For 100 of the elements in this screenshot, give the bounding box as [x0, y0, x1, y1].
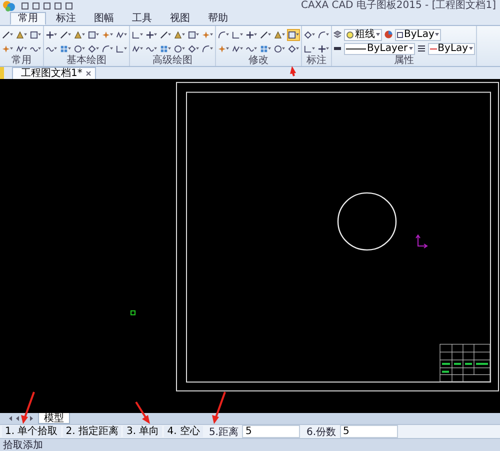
- zigzag-icon: [16, 44, 24, 52]
- logo-icon: [2, 0, 16, 12]
- circle-icon: [274, 44, 282, 52]
- caret-icon: [182, 47, 185, 50]
- input-field[interactable]: 5: [242, 425, 300, 438]
- caret-icon: [96, 33, 99, 36]
- ribbon-tab[interactable]: 标注: [48, 12, 84, 25]
- drawing-canvas[interactable]: [0, 79, 500, 413]
- caret-icon: [24, 33, 27, 36]
- tool-button[interactable]: [15, 28, 28, 40]
- tool-button[interactable]: [287, 28, 300, 40]
- tool-button[interactable]: [317, 28, 330, 40]
- tool-button[interactable]: [187, 42, 200, 54]
- option-dropdown[interactable]: 4. 空心: [164, 426, 203, 437]
- option-dropdown[interactable]: 1. 单个拾取: [2, 426, 61, 437]
- line-type-dropdown[interactable]: ByLayer: [344, 42, 415, 54]
- line-color-dropdown[interactable]: ByLay: [428, 42, 476, 54]
- triangle-icon: [74, 30, 82, 38]
- tool-button[interactable]: [287, 42, 300, 54]
- quick-access-icon[interactable]: [42, 1, 52, 11]
- ribbon-tab[interactable]: 视图: [162, 12, 198, 25]
- quick-access-icon[interactable]: [20, 1, 30, 11]
- wave-icon: [146, 44, 154, 52]
- status-text: 拾取添加: [3, 440, 43, 451]
- square-icon: [288, 30, 296, 38]
- line-icon: [260, 30, 268, 38]
- ribbon-tab[interactable]: 常用: [10, 12, 46, 25]
- layout-tab[interactable]: 模型: [38, 413, 70, 424]
- caret-icon: [168, 33, 171, 36]
- square-icon: [88, 30, 96, 38]
- caret-icon: [240, 47, 243, 50]
- caret-icon: [182, 33, 185, 36]
- tool-button[interactable]: [317, 42, 330, 54]
- ribbon-tab[interactable]: 帮助: [200, 12, 236, 25]
- line-icon: [60, 30, 68, 38]
- tool-button[interactable]: [87, 42, 100, 54]
- tool-button[interactable]: [87, 28, 100, 40]
- zigzag-icon: [232, 44, 240, 52]
- caret-icon: [312, 47, 315, 50]
- tool-button[interactable]: [1, 28, 14, 40]
- caret-icon: [282, 47, 285, 50]
- ribbon-tab[interactable]: 工具: [124, 12, 160, 25]
- swatch-icon: [397, 32, 403, 38]
- quick-access-icon[interactable]: [53, 1, 63, 11]
- group-label: 常用: [12, 55, 32, 66]
- circle-icon: [74, 44, 82, 52]
- caret-icon: [110, 33, 113, 36]
- ribbon-tab[interactable]: 图幅: [86, 12, 122, 25]
- option-dropdown[interactable]: 3. 单向: [123, 426, 162, 437]
- tool-button[interactable]: [159, 28, 172, 40]
- tool-button[interactable]: [303, 28, 316, 40]
- tool-button[interactable]: [73, 28, 86, 40]
- tool-button[interactable]: [245, 28, 258, 40]
- tool-button[interactable]: [73, 42, 86, 54]
- tool-button[interactable]: [145, 28, 158, 40]
- option-dropdown[interactable]: 2. 指定距离: [62, 426, 122, 437]
- caret-icon: [10, 33, 13, 36]
- triangle-icon: [274, 30, 282, 38]
- corner-icon: [232, 30, 240, 38]
- tool-button[interactable]: [101, 42, 114, 54]
- line-icon: [160, 30, 168, 38]
- grid-icon: [60, 44, 68, 52]
- tab-label: 工程图文档1*: [21, 68, 82, 78]
- dropdown-value: ByLay: [404, 30, 434, 40]
- caret-icon: [296, 33, 299, 36]
- close-icon: [86, 71, 92, 76]
- field-label: 6.份数: [305, 426, 338, 438]
- caret-icon: [210, 33, 213, 36]
- tool-button[interactable]: [173, 42, 186, 54]
- caret-icon: [326, 47, 329, 50]
- tool-button[interactable]: [201, 42, 214, 54]
- tool-button[interactable]: [45, 28, 58, 40]
- sparkle-icon: [102, 30, 110, 38]
- caret-icon: [312, 33, 315, 36]
- arc-icon: [318, 30, 326, 38]
- caret-icon: [469, 47, 474, 50]
- caret-icon: [82, 47, 85, 50]
- caret-icon: [154, 33, 157, 36]
- tool-button[interactable]: [273, 42, 286, 54]
- color-dropdown[interactable]: ByLay: [395, 28, 442, 40]
- tool-button[interactable]: [259, 28, 272, 40]
- tool-button[interactable]: [173, 28, 186, 40]
- caret-icon: [96, 47, 99, 50]
- tool-button[interactable]: [187, 28, 200, 40]
- caret-icon: [326, 33, 329, 36]
- caret-icon: [268, 47, 271, 50]
- input-field[interactable]: 5: [340, 425, 398, 438]
- group-label: 属性: [394, 55, 414, 66]
- caret-icon: [124, 33, 127, 36]
- document-tab[interactable]: 工程图文档1*: [12, 67, 96, 79]
- tool-button[interactable]: [217, 28, 230, 40]
- tool-button[interactable]: [59, 28, 72, 40]
- caret-icon: [68, 47, 71, 50]
- tool-button[interactable]: [273, 28, 286, 40]
- quick-access-icon[interactable]: [31, 1, 41, 11]
- caret-icon: [376, 33, 380, 36]
- line-weight-dropdown[interactable]: 粗线: [344, 28, 382, 40]
- tool-button[interactable]: [29, 28, 42, 40]
- square-icon: [188, 30, 196, 38]
- quick-access-icon[interactable]: [64, 1, 74, 11]
